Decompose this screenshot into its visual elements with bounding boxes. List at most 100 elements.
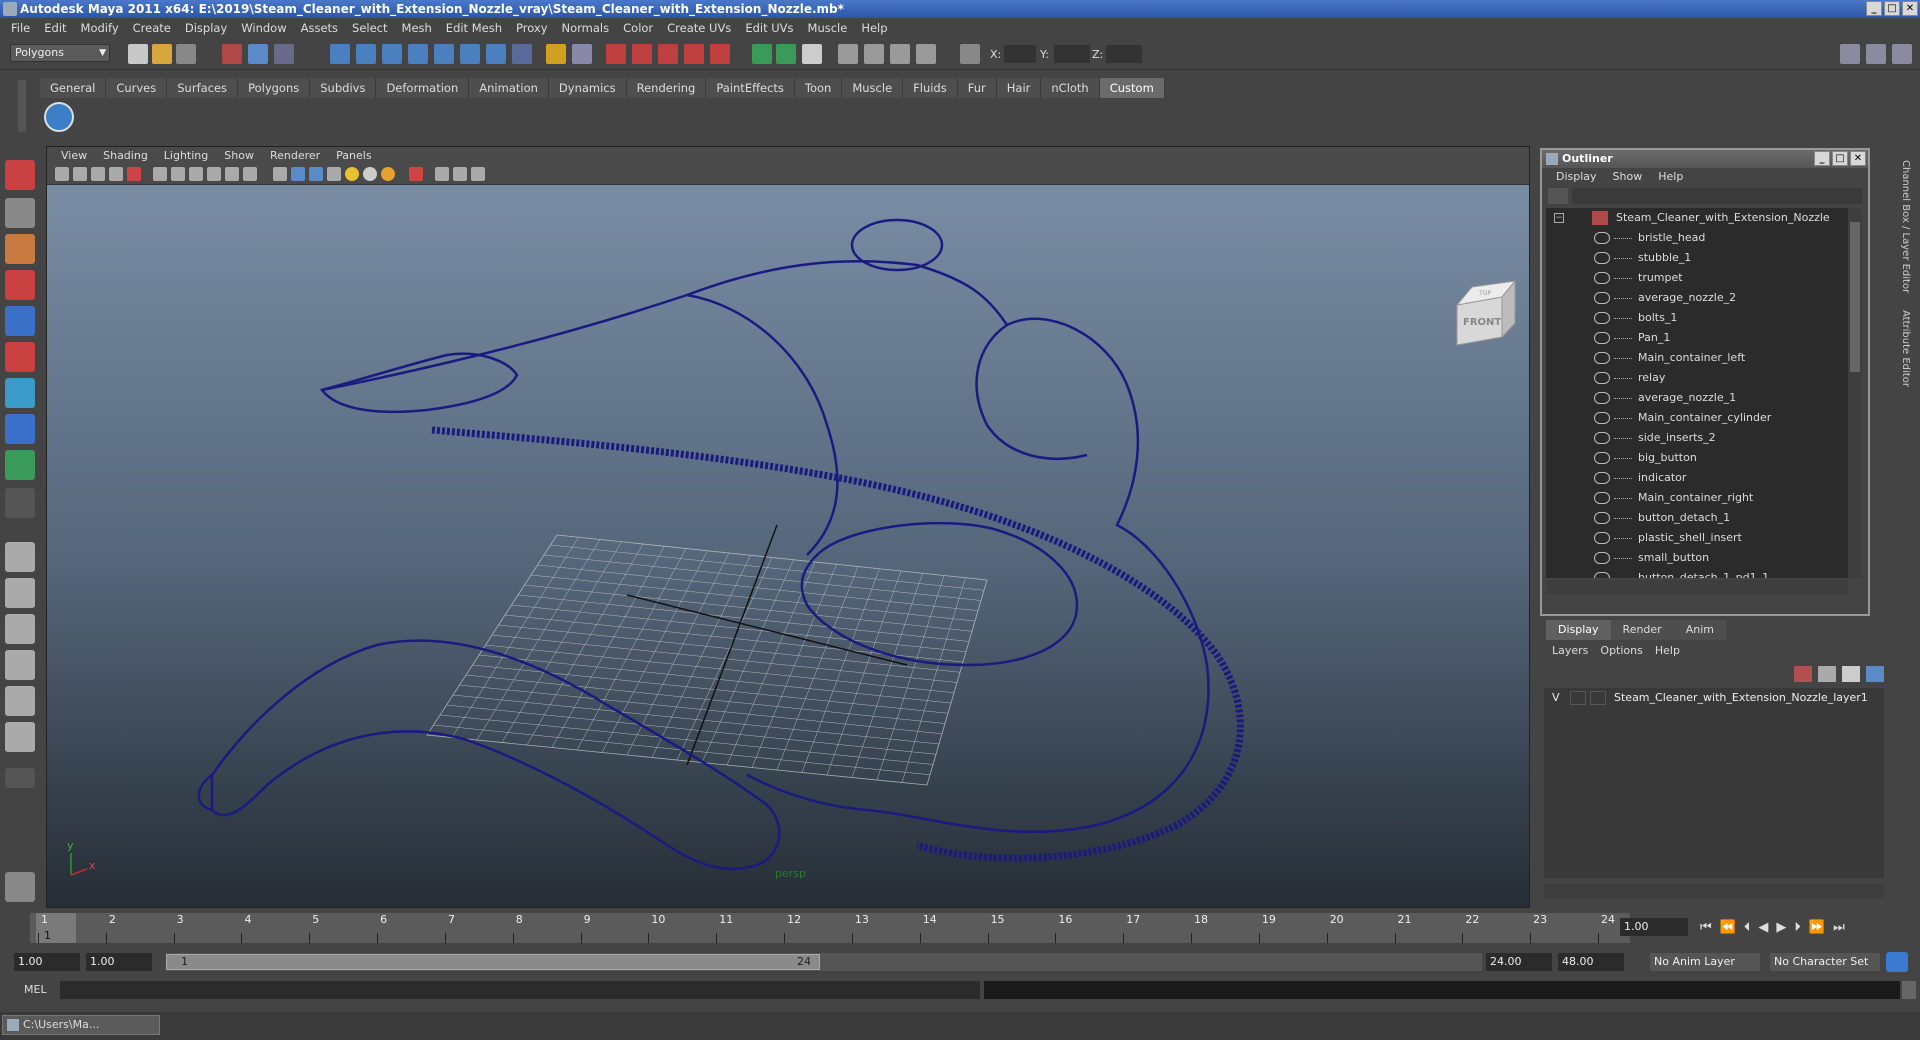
menu-modify[interactable]: Modify [74, 21, 126, 35]
y-field[interactable] [1054, 45, 1090, 63]
tab-animation[interactable]: Animation [469, 78, 549, 98]
outliner-item[interactable]: stubble_1 [1546, 248, 1848, 268]
channel-box-tab[interactable]: Channel Box / Layer Editor [1900, 160, 1911, 293]
minimized-window[interactable]: C:\Users\Ma... [2, 1015, 160, 1035]
move-layer-up-icon[interactable] [1794, 666, 1812, 682]
tab-muscle[interactable]: Muscle [842, 78, 904, 98]
menu-help[interactable]: Help [854, 21, 894, 35]
vp-menu-panels[interactable]: Panels [328, 147, 379, 165]
mel-label[interactable]: MEL [24, 983, 47, 996]
render-view-icon[interactable] [572, 44, 592, 64]
film-gate-icon[interactable] [153, 167, 167, 181]
layer-row[interactable]: V Steam_Cleaner_with_Extension_Nozzle_la… [1544, 688, 1884, 708]
wireframe-icon[interactable] [273, 167, 287, 181]
all-lights-icon[interactable] [363, 167, 377, 181]
render-current-icon[interactable] [606, 44, 626, 64]
select-by-name-icon[interactable] [776, 44, 796, 64]
step-back-key-icon[interactable]: ⏴ [1744, 920, 1751, 935]
scale-tool-icon[interactable] [5, 342, 35, 372]
isolate-select-icon[interactable] [409, 167, 423, 181]
menu-normals[interactable]: Normals [555, 21, 617, 35]
ipr-render-icon[interactable] [632, 44, 652, 64]
gate-mask-icon[interactable] [189, 167, 203, 181]
channel-box-toggle-icon[interactable] [890, 44, 910, 64]
go-to-end-icon[interactable]: ⏭ [1833, 920, 1845, 935]
vp-menu-lighting[interactable]: Lighting [156, 147, 216, 165]
open-scene-icon[interactable] [152, 44, 172, 64]
manipulator-tool-icon[interactable] [5, 378, 35, 408]
history-icon[interactable] [460, 44, 480, 64]
layer-editor-toggle-icon[interactable] [916, 44, 936, 64]
character-set-select[interactable]: No Character Set [1770, 953, 1880, 971]
channel-box-icon[interactable] [1866, 44, 1886, 64]
construction-icon[interactable] [486, 44, 506, 64]
grid-toggle-icon[interactable] [127, 167, 141, 181]
show-manipulator-icon[interactable] [5, 450, 35, 480]
wireframe-on-shaded-icon[interactable] [309, 167, 323, 181]
backface-icon[interactable] [471, 167, 485, 181]
snap-view-plane-icon[interactable] [408, 44, 428, 64]
tab-custom[interactable]: Custom [1099, 78, 1165, 98]
tab-deformation[interactable]: Deformation [376, 78, 470, 98]
persp-graph-outliner-layout-icon[interactable] [5, 722, 35, 752]
hypershade-icon[interactable] [684, 44, 704, 64]
step-forward-key-icon[interactable]: ⏵ [1794, 920, 1801, 935]
menu-edit[interactable]: Edit [37, 21, 73, 35]
outliner-item[interactable]: Main_container_left [1546, 348, 1848, 368]
snap-grid-icon[interactable] [330, 44, 350, 64]
minimize-icon[interactable]: _ [1866, 1, 1882, 16]
layer-list[interactable]: V Steam_Cleaner_with_Extension_Nozzle_la… [1544, 688, 1884, 878]
lasso-tool-icon[interactable] [5, 198, 35, 228]
x-field[interactable] [1004, 45, 1036, 63]
snap-curve-icon[interactable] [356, 44, 376, 64]
animation-end-field[interactable]: 48.00 [1558, 953, 1624, 971]
outliner-item[interactable]: bolts_1 [1546, 308, 1848, 328]
help-icon[interactable] [512, 44, 532, 64]
soft-mod-icon[interactable] [5, 414, 35, 444]
xray-icon[interactable] [435, 167, 449, 181]
input-line-icon[interactable] [752, 44, 772, 64]
save-scene-icon[interactable] [176, 44, 196, 64]
tab-fur[interactable]: Fur [957, 78, 997, 98]
shadows-icon[interactable] [381, 167, 395, 181]
menu-color[interactable]: Color [616, 21, 660, 35]
tab-curves[interactable]: Curves [106, 78, 168, 98]
menu-create-uvs[interactable]: Create UVs [660, 21, 738, 35]
smooth-shade-icon[interactable] [291, 167, 305, 181]
tab-painteffects[interactable]: PaintEffects [706, 78, 795, 98]
bookmark-icon[interactable] [91, 167, 105, 181]
move-tool-icon[interactable] [5, 270, 35, 300]
menu-edit-mesh[interactable]: Edit Mesh [439, 21, 509, 35]
z-field[interactable] [1106, 45, 1142, 63]
outliner-item[interactable]: relay [1546, 368, 1848, 388]
resolution-gate-icon[interactable] [171, 167, 185, 181]
outliner-minimize-icon[interactable]: _ [1814, 151, 1830, 166]
single-perspective-layout-icon[interactable] [5, 542, 35, 572]
outliner-list[interactable]: − Steam_Cleaner_with_Extension_Nozzle br… [1546, 208, 1848, 578]
menu-muscle[interactable]: Muscle [801, 21, 855, 35]
menu-select[interactable]: Select [345, 21, 394, 35]
outliner-item[interactable]: button_detach_1_pd1_1 [1546, 568, 1848, 578]
go-to-start-icon[interactable]: ⏮ [1700, 920, 1712, 935]
layer-menu-help[interactable]: Help [1649, 642, 1686, 660]
menu-set-select[interactable]: Polygons [10, 44, 110, 62]
outliner-item[interactable]: Pan_1 [1546, 328, 1848, 348]
camera-attr-icon[interactable] [73, 167, 87, 181]
shelf-menu-icon[interactable] [18, 80, 26, 132]
play-back-icon[interactable]: ◀ [1758, 920, 1768, 935]
tab-fluids[interactable]: Fluids [903, 78, 958, 98]
tab-ncloth[interactable]: nCloth [1041, 78, 1100, 98]
outliner-item[interactable]: average_nozzle_1 [1546, 388, 1848, 408]
menu-window[interactable]: Window [234, 21, 293, 35]
step-forward-frame-icon[interactable]: ⏩ [1809, 920, 1825, 935]
attribute-toggle-icon[interactable] [838, 44, 858, 64]
select-hierarchy-icon[interactable] [222, 44, 242, 64]
time-ruler[interactable]: 1 1 2 3 4 5 6 7 8 9 10 11 12 13 14 15 16 17 18 19 20 21 22 23 24 [30, 913, 1630, 943]
current-time-field[interactable]: 1.00 [1620, 918, 1688, 936]
render-globals-icon[interactable] [710, 44, 730, 64]
transform-mode-icon[interactable] [960, 44, 980, 64]
select-tool-icon[interactable] [5, 160, 35, 190]
layer-tab-render[interactable]: Render [1610, 620, 1674, 640]
persp-hypershade-layout-icon[interactable] [5, 686, 35, 716]
playback-start-field[interactable]: 1.00 [86, 953, 152, 971]
